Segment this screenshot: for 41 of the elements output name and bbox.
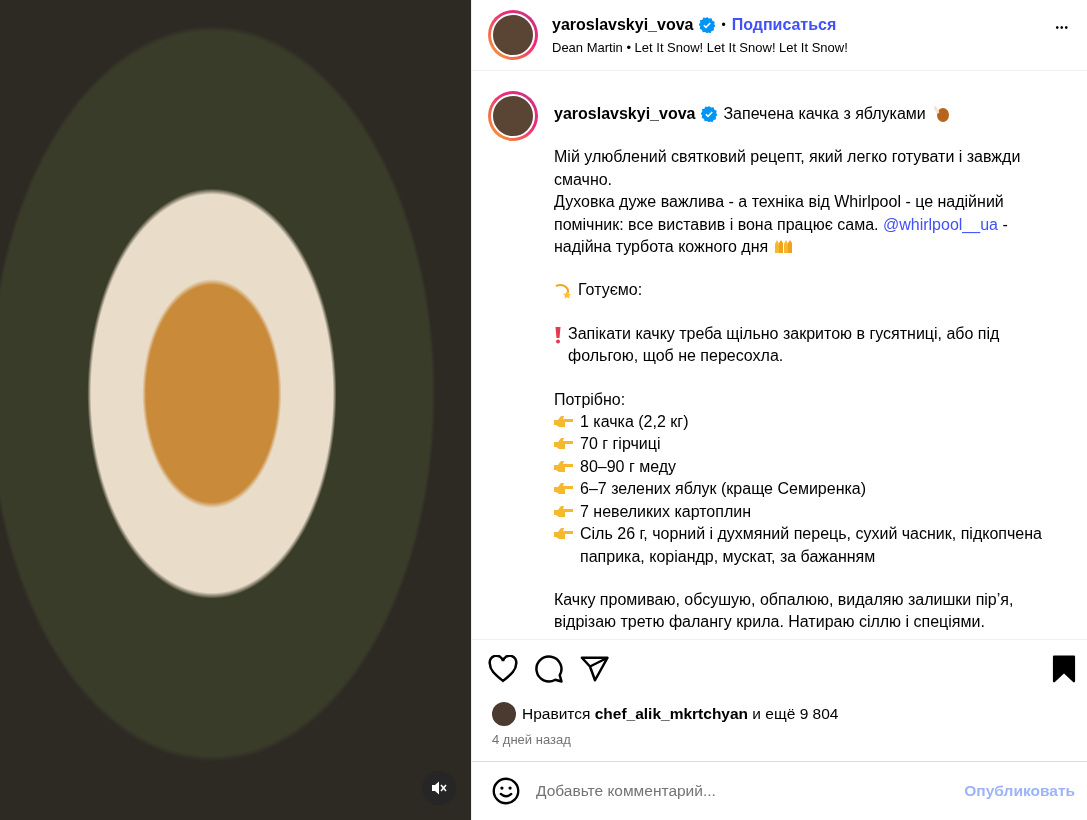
avatar[interactable]: [488, 91, 538, 141]
mention-link[interactable]: @whirlpool__ua: [883, 215, 998, 233]
drumstick-icon: [931, 105, 950, 124]
mute-button[interactable]: [422, 771, 456, 805]
ingredient-text: 6–7 зелених яблук (краще Семиренка): [580, 479, 867, 500]
raised-hands-icon: [772, 238, 793, 255]
bookmark-button[interactable]: [1051, 655, 1077, 683]
avatar[interactable]: [488, 10, 538, 60]
pointing-hand-icon: [554, 436, 574, 451]
separator-dot: •: [721, 17, 726, 32]
share-button[interactable]: [580, 655, 610, 683]
pointing-hand-icon: [554, 503, 574, 518]
exclamation-icon: [554, 325, 562, 344]
comment-button[interactable]: [534, 654, 564, 684]
username[interactable]: yaroslavskyi_vova: [554, 103, 696, 126]
caption-text: Духовка дуже важлива - а техніка від Whirlpool - це надійний помічник: все виставив і вона працює сама. @whirlpool__ua - надійна турбота кожного дня: [554, 192, 1009, 258]
like-button[interactable]: [488, 655, 518, 683]
caption-text: Запікати качку треба щільно закритою в гусятниці, або під фольгою, щоб не пересохла.: [568, 323, 1001, 367]
ingredient-text: 1 качка (2,2 кг): [580, 412, 689, 433]
ingredient-text: 7 невеликих картоплин: [580, 501, 752, 522]
ingredient-text: 80–90 г меду: [580, 456, 677, 477]
caption-text: Потрібно:: [554, 389, 627, 410]
follow-button[interactable]: Подписаться: [731, 15, 837, 34]
post-title: Запечена качка з яблуками: [723, 104, 926, 124]
liker-avatar[interactable]: [492, 702, 516, 726]
pointing-hand-icon: [554, 458, 574, 473]
ingredient-text: 70 г гірчиці: [580, 434, 661, 455]
pointing-hand-icon: [554, 526, 574, 541]
dizzy-star-icon: [554, 282, 572, 301]
caption-text: Готуємо:: [578, 280, 643, 301]
more-options-button[interactable]: •••: [1051, 18, 1073, 37]
username[interactable]: yaroslavskyi_vova: [552, 15, 694, 34]
emoji-button[interactable]: [492, 777, 520, 805]
likes-text: Нравится chef_alik_mkrtchyan и ещё 9 804: [522, 705, 839, 723]
pointing-hand-icon: [554, 481, 574, 496]
caption-text: Качку промиваю, обсушую, обпалюю, видаляю залишки пір’я, відрізаю третю фалангу крила. Натираю сіллю і спеціями.: [554, 589, 1015, 633]
ingredient-text: Сіль 26 г, чорний і духмяний перець, сухий часник, підкопчена паприка, коріандр, мускат, за бажанням: [580, 524, 1043, 567]
post-time: 4 дней назад: [491, 731, 572, 749]
caption-text: Мій улюблений святковий рецепт, який легко готувати і завжди смачно.: [554, 147, 1022, 190]
music-link[interactable]: Dean Martin • Let It Snow! Let It Snow! Let It Snow!: [552, 39, 1038, 55]
pointing-hand-icon: [554, 414, 574, 429]
